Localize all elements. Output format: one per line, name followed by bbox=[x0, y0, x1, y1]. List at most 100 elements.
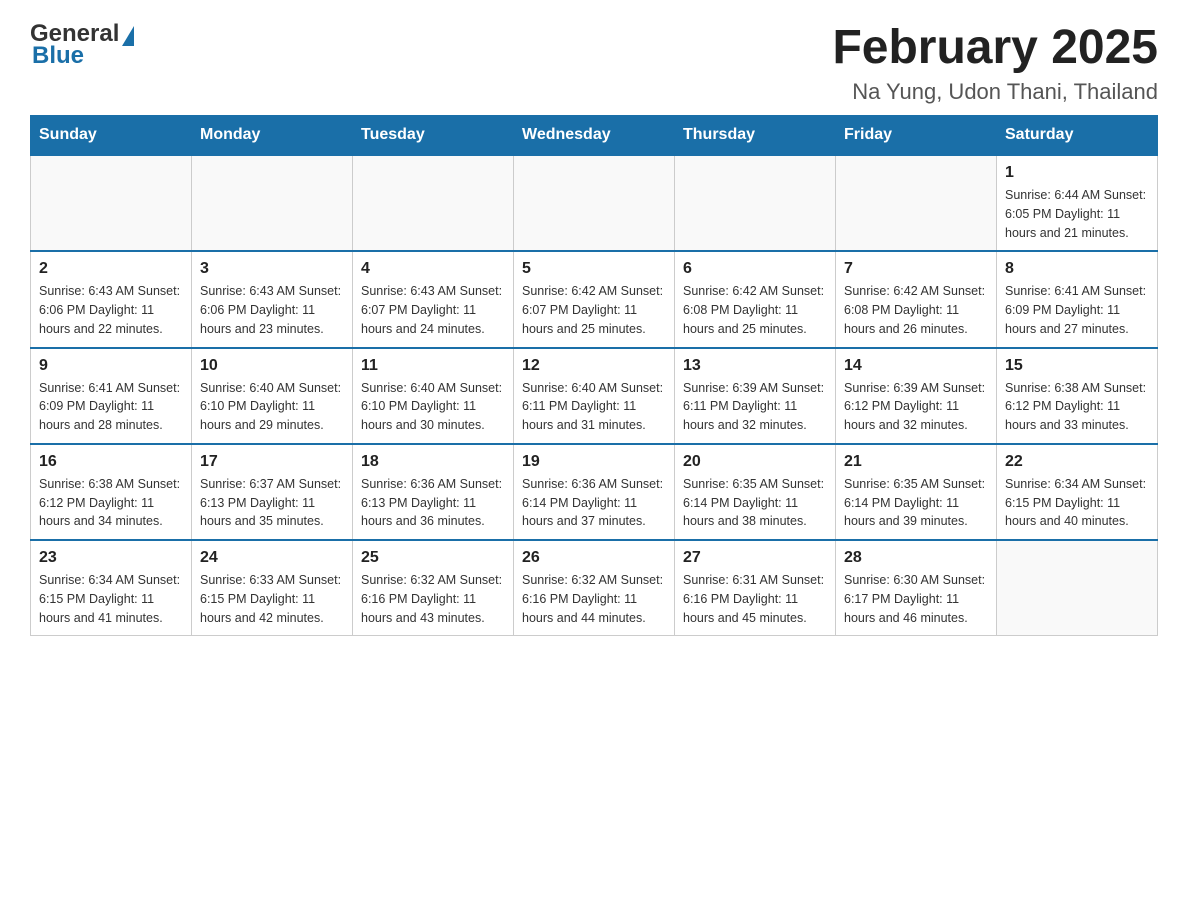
calendar-cell: 17Sunrise: 6:37 AM Sunset: 6:13 PM Dayli… bbox=[192, 444, 353, 540]
day-info: Sunrise: 6:34 AM Sunset: 6:15 PM Dayligh… bbox=[39, 571, 183, 627]
month-title: February 2025 bbox=[832, 20, 1158, 75]
day-info: Sunrise: 6:30 AM Sunset: 6:17 PM Dayligh… bbox=[844, 571, 988, 627]
calendar-week-row: 2 Sunrise: 6:43 AM Sunset: 6:06 PM Daylig… bbox=[31, 251, 1158, 347]
calendar-cell: 15 Sunrise: 6:38 AM Sunset: 6:12 PM Dayli… bbox=[997, 348, 1158, 444]
weekday-header-thursday: Thursday bbox=[675, 116, 836, 156]
day-number: 24 bbox=[200, 549, 344, 567]
calendar-cell bbox=[192, 155, 353, 251]
calendar-cell: 2Sunrise: 6:43 AM Sunset: 6:06 PM Daylig… bbox=[31, 251, 192, 347]
day-number: 8 bbox=[1005, 260, 1149, 278]
weekday-header-monday: Monday bbox=[192, 116, 353, 156]
day-info: Sunrise: 6:40 AM Sunset: 6:10 PM Dayligh… bbox=[361, 379, 505, 435]
calendar-cell bbox=[514, 155, 675, 251]
day-number: 22 bbox=[1005, 453, 1149, 471]
weekday-header-wednesday: Wednesday bbox=[514, 116, 675, 156]
calendar-cell bbox=[675, 155, 836, 251]
day-number: 15 bbox=[1005, 357, 1149, 375]
calendar-cell bbox=[353, 155, 514, 251]
day-info: Sunrise: 6:40 AM Sunset: 6:11 PM Dayligh… bbox=[522, 379, 666, 435]
calendar-cell: 23 Sunrise: 6:34 AM Sunset: 6:15 PM Dayli… bbox=[31, 540, 192, 636]
calendar-cell bbox=[31, 155, 192, 251]
page-header: General Blue February 2025 Na Yung, Udon… bbox=[30, 20, 1158, 105]
day-info: Sunrise: 6:34 AM Sunset: 6:15 PM Dayligh… bbox=[1005, 475, 1149, 531]
title-section: February 2025 Na Yung, Udon Thani, Thail… bbox=[832, 20, 1158, 105]
calendar-table: SundayMondayTuesdayWednesdayThursdayFrid… bbox=[30, 115, 1158, 636]
location-title: Na Yung, Udon Thani, Thailand bbox=[832, 79, 1158, 105]
calendar-cell: 12 Sunrise: 6:40 AM Sunset: 6:11 PM Dayli… bbox=[514, 348, 675, 444]
calendar-cell: 14Sunrise: 6:39 AM Sunset: 6:12 PM Dayli… bbox=[836, 348, 997, 444]
day-number: 16 bbox=[39, 453, 183, 471]
calendar-cell bbox=[997, 540, 1158, 636]
day-number: 21 bbox=[844, 453, 988, 471]
day-number: 10 bbox=[200, 357, 344, 375]
calendar-cell: 24 Sunrise: 6:33 AM Sunset: 6:15 PM Dayli… bbox=[192, 540, 353, 636]
logo: General Blue bbox=[30, 20, 134, 70]
day-info: Sunrise: 6:32 AM Sunset: 6:16 PM Dayligh… bbox=[361, 571, 505, 627]
day-info: Sunrise: 6:43 AM Sunset: 6:06 PM Dayligh… bbox=[200, 282, 344, 338]
calendar-cell: 26 Sunrise: 6:32 AM Sunset: 6:16 PM Dayli… bbox=[514, 540, 675, 636]
day-number: 26 bbox=[522, 549, 666, 567]
day-info: Sunrise: 6:31 AM Sunset: 6:16 PM Dayligh… bbox=[683, 571, 827, 627]
day-number: 2 bbox=[39, 260, 183, 278]
day-number: 5 bbox=[522, 260, 666, 278]
day-number: 6 bbox=[683, 260, 827, 278]
day-number: 25 bbox=[361, 549, 505, 567]
calendar-cell: 7Sunrise: 6:42 AM Sunset: 6:08 PM Daylig… bbox=[836, 251, 997, 347]
day-number: 13 bbox=[683, 357, 827, 375]
day-info: Sunrise: 6:32 AM Sunset: 6:16 PM Dayligh… bbox=[522, 571, 666, 627]
logo-blue-label: Blue bbox=[32, 42, 84, 69]
calendar-cell: 8 Sunrise: 6:41 AM Sunset: 6:09 PM Daylig… bbox=[997, 251, 1158, 347]
day-info: Sunrise: 6:44 AM Sunset: 6:05 PM Dayligh… bbox=[1005, 186, 1149, 242]
day-info: Sunrise: 6:41 AM Sunset: 6:09 PM Dayligh… bbox=[1005, 282, 1149, 338]
calendar-cell: 16 Sunrise: 6:38 AM Sunset: 6:12 PM Dayli… bbox=[31, 444, 192, 540]
day-number: 7 bbox=[844, 260, 988, 278]
day-number: 14 bbox=[844, 357, 988, 375]
calendar-cell: 9 Sunrise: 6:41 AM Sunset: 6:09 PM Daylig… bbox=[31, 348, 192, 444]
day-number: 23 bbox=[39, 549, 183, 567]
weekday-header-sunday: Sunday bbox=[31, 116, 192, 156]
calendar-cell: 18 Sunrise: 6:36 AM Sunset: 6:13 PM Dayli… bbox=[353, 444, 514, 540]
calendar-week-row: 16 Sunrise: 6:38 AM Sunset: 6:12 PM Dayli… bbox=[31, 444, 1158, 540]
day-info: Sunrise: 6:42 AM Sunset: 6:08 PM Dayligh… bbox=[683, 282, 827, 338]
day-info: Sunrise: 6:35 AM Sunset: 6:14 PM Dayligh… bbox=[683, 475, 827, 531]
day-number: 27 bbox=[683, 549, 827, 567]
calendar-cell: 20 Sunrise: 6:35 AM Sunset: 6:14 PM Dayli… bbox=[675, 444, 836, 540]
day-info: Sunrise: 6:43 AM Sunset: 6:07 PM Dayligh… bbox=[361, 282, 505, 338]
weekday-header-tuesday: Tuesday bbox=[353, 116, 514, 156]
calendar-cell: 27 Sunrise: 6:31 AM Sunset: 6:16 PM Dayli… bbox=[675, 540, 836, 636]
calendar-cell: 10 Sunrise: 6:40 AM Sunset: 6:10 PM Dayli… bbox=[192, 348, 353, 444]
logo-blue-text: Blue bbox=[30, 42, 134, 70]
calendar-cell: 6 Sunrise: 6:42 AM Sunset: 6:08 PM Daylig… bbox=[675, 251, 836, 347]
calendar-week-row: 9 Sunrise: 6:41 AM Sunset: 6:09 PM Daylig… bbox=[31, 348, 1158, 444]
calendar-cell: 1 Sunrise: 6:44 AM Sunset: 6:05 PM Daylig… bbox=[997, 155, 1158, 251]
day-number: 20 bbox=[683, 453, 827, 471]
day-info: Sunrise: 6:38 AM Sunset: 6:12 PM Dayligh… bbox=[1005, 379, 1149, 435]
day-info: Sunrise: 6:41 AM Sunset: 6:09 PM Dayligh… bbox=[39, 379, 183, 435]
calendar-cell: 13Sunrise: 6:39 AM Sunset: 6:11 PM Dayli… bbox=[675, 348, 836, 444]
day-info: Sunrise: 6:40 AM Sunset: 6:10 PM Dayligh… bbox=[200, 379, 344, 435]
calendar-cell bbox=[836, 155, 997, 251]
calendar-cell: 28Sunrise: 6:30 AM Sunset: 6:17 PM Dayli… bbox=[836, 540, 997, 636]
day-info: Sunrise: 6:38 AM Sunset: 6:12 PM Dayligh… bbox=[39, 475, 183, 531]
calendar-cell: 22 Sunrise: 6:34 AM Sunset: 6:15 PM Dayli… bbox=[997, 444, 1158, 540]
day-info: Sunrise: 6:42 AM Sunset: 6:07 PM Dayligh… bbox=[522, 282, 666, 338]
day-number: 9 bbox=[39, 357, 183, 375]
calendar-cell: 5 Sunrise: 6:42 AM Sunset: 6:07 PM Daylig… bbox=[514, 251, 675, 347]
day-info: Sunrise: 6:35 AM Sunset: 6:14 PM Dayligh… bbox=[844, 475, 988, 531]
logo-triangle-icon bbox=[122, 26, 134, 46]
day-info: Sunrise: 6:33 AM Sunset: 6:15 PM Dayligh… bbox=[200, 571, 344, 627]
calendar-cell: 11Sunrise: 6:40 AM Sunset: 6:10 PM Dayli… bbox=[353, 348, 514, 444]
calendar-cell: 4 Sunrise: 6:43 AM Sunset: 6:07 PM Daylig… bbox=[353, 251, 514, 347]
day-number: 17 bbox=[200, 453, 344, 471]
calendar-cell: 19Sunrise: 6:36 AM Sunset: 6:14 PM Dayli… bbox=[514, 444, 675, 540]
calendar-cell: 21 Sunrise: 6:35 AM Sunset: 6:14 PM Dayli… bbox=[836, 444, 997, 540]
day-number: 4 bbox=[361, 260, 505, 278]
calendar-week-row: 23 Sunrise: 6:34 AM Sunset: 6:15 PM Dayli… bbox=[31, 540, 1158, 636]
day-number: 12 bbox=[522, 357, 666, 375]
day-number: 18 bbox=[361, 453, 505, 471]
day-number: 3 bbox=[200, 260, 344, 278]
day-number: 1 bbox=[1005, 164, 1149, 182]
day-info: Sunrise: 6:36 AM Sunset: 6:13 PM Dayligh… bbox=[361, 475, 505, 531]
calendar-cell: 3 Sunrise: 6:43 AM Sunset: 6:06 PM Daylig… bbox=[192, 251, 353, 347]
weekday-header-friday: Friday bbox=[836, 116, 997, 156]
